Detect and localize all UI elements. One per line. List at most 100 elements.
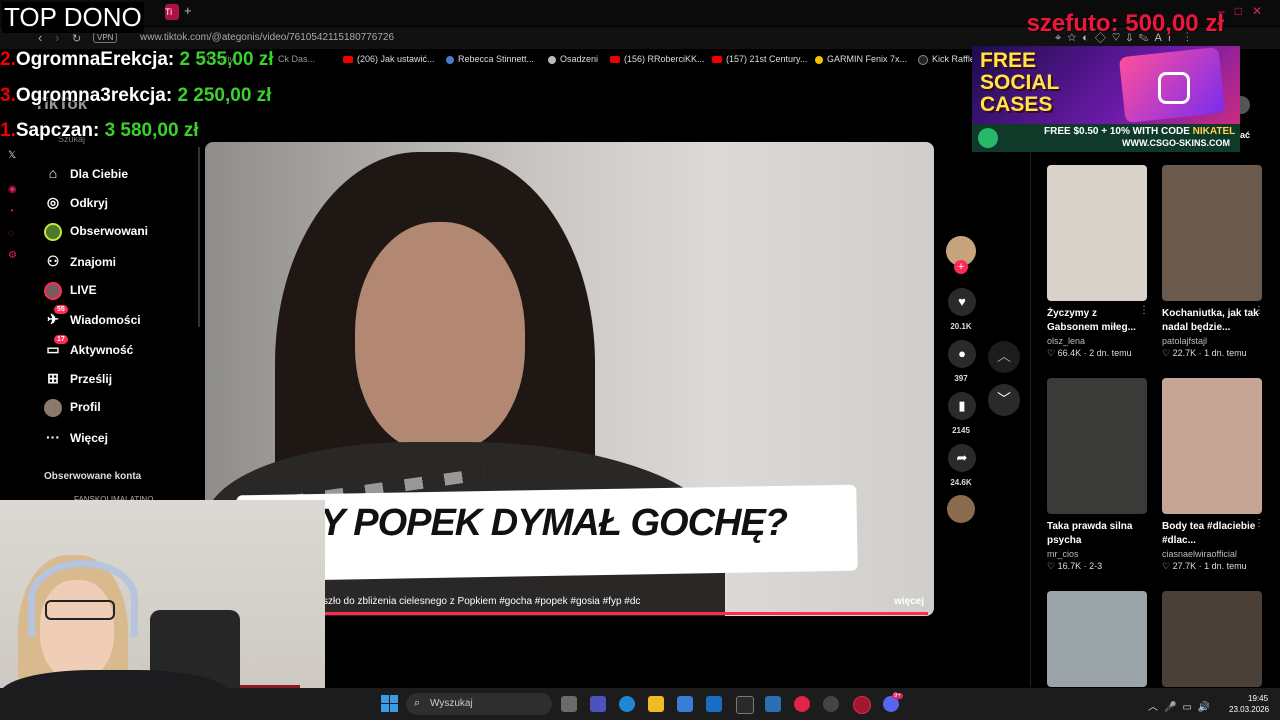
- recommended-card[interactable]: Taka prawda silna psycha mr_cios ♡ 16.7K…: [1047, 378, 1157, 572]
- card-menu-icon[interactable]: ⋮: [1254, 518, 1264, 529]
- compass-icon: ◎: [46, 194, 60, 210]
- task-view-icon[interactable]: [561, 696, 577, 712]
- start-button[interactable]: [381, 695, 398, 712]
- bookmark-partial[interactable]: Ck Das...: [278, 54, 315, 64]
- recommended-thumbnail[interactable]: [1162, 378, 1262, 514]
- bookmark-item[interactable]: GARMIN Fenix 7x...: [815, 54, 907, 64]
- recommended-author[interactable]: patolajfstajl: [1162, 336, 1272, 346]
- nav-przeslij[interactable]: ⊞ Prześlij: [44, 370, 112, 392]
- clock-icon[interactable]: ◔: [8, 206, 14, 217]
- like-count: 20.1K: [950, 322, 972, 331]
- nav-profil[interactable]: Profil: [44, 399, 101, 421]
- recommended-card[interactable]: Kochaniutka, jak tak nadal będzie... ⋮ p…: [1162, 165, 1272, 359]
- recommended-thumbnail[interactable]: [1047, 378, 1147, 514]
- app-icon[interactable]: [823, 696, 839, 712]
- donor-entry: 2.OgromnaErekcja: 2 535,00 zł: [0, 49, 274, 70]
- bookmark-item[interactable]: (156) RRoberciKK...: [610, 54, 705, 64]
- nav-dla-ciebie[interactable]: ⌂ Dla Ciebie: [44, 165, 128, 187]
- recommended-author[interactable]: mr_cios: [1047, 549, 1157, 559]
- mail-icon[interactable]: [706, 696, 722, 712]
- x-icon[interactable]: 𝕏: [8, 150, 16, 161]
- recommended-stats: ♡ 27.7K · 1 dn. temu: [1162, 561, 1247, 571]
- heart-icon: ♥: [958, 294, 966, 309]
- nav-znajomi[interactable]: ⚇ Znajomi: [44, 253, 116, 275]
- nav-live[interactable]: LIVE: [44, 282, 97, 304]
- window-controls[interactable]: –□✕: [1218, 4, 1272, 18]
- taskbar-search-placeholder[interactable]: Wyszukaj: [430, 698, 473, 709]
- opera-icon[interactable]: [794, 696, 810, 712]
- recommended-thumbnail[interactable]: [1162, 591, 1262, 687]
- recommended-stats: ♡ 22.7K · 1 dn. temu: [1162, 348, 1247, 358]
- recommended-stats: ♡ 66.4K · 2 dn. temu: [1047, 348, 1132, 358]
- card-menu-icon[interactable]: ⋮: [1139, 305, 1149, 316]
- url-field[interactable]: www.tiktok.com/@ategonis/video/761054211…: [140, 32, 394, 43]
- bookmark-item[interactable]: (206) Jak ustawić...: [343, 54, 435, 64]
- video-progress-bar[interactable]: [315, 612, 928, 615]
- file-explorer-icon[interactable]: [648, 696, 664, 712]
- recommended-title[interactable]: Taka prawda silna psycha: [1047, 520, 1147, 548]
- nav-wiecej[interactable]: ··· Więcej: [44, 429, 108, 451]
- recommended-title[interactable]: Kochaniutka, jak tak nadal będzie...: [1162, 307, 1262, 335]
- live-avatar: [44, 282, 62, 300]
- recommended-title[interactable]: Body tea #dlaciebie #dlac...: [1162, 520, 1262, 548]
- store-icon[interactable]: [677, 696, 693, 712]
- chat-icon[interactable]: ◌: [8, 228, 14, 239]
- notification-badge: 9+: [892, 693, 903, 699]
- recommended-title[interactable]: Życzymy z Gabsonem miłeg...: [1047, 307, 1147, 335]
- recommended-card[interactable]: [1162, 591, 1272, 687]
- edge-icon[interactable]: [619, 696, 635, 712]
- bookmark-item[interactable]: Osadzeni: [548, 54, 598, 64]
- system-tray[interactable]: ︿🎤▭🔊: [1148, 698, 1216, 713]
- description-more-link[interactable]: więcej: [894, 596, 924, 607]
- follow-button[interactable]: +: [954, 260, 968, 274]
- nav-obserwowani[interactable]: Obserwowani: [44, 223, 148, 245]
- donor-entry: 3.Ogromna3rekcja: 2 250,00 zł: [0, 85, 272, 106]
- card-menu-icon[interactable]: ⋮: [1254, 305, 1264, 316]
- recommended-card[interactable]: [1047, 591, 1157, 687]
- taskbar-clock-time[interactable]: 19:45: [1248, 694, 1268, 703]
- bookmark-icon: ▮: [958, 398, 966, 413]
- recommended-thumbnail[interactable]: [1047, 591, 1147, 687]
- comment-button[interactable]: ●: [948, 340, 976, 368]
- heart-outline-icon: ♡: [1162, 561, 1173, 571]
- sidebar-scrollbar[interactable]: [198, 147, 200, 327]
- windows-logo-tile: [390, 704, 398, 712]
- share-button[interactable]: ➦: [948, 444, 976, 472]
- recommended-card[interactable]: Życzymy z Gabsonem miłeg... ⋮ olsz_lena …: [1047, 165, 1157, 359]
- nav-wiadomosci[interactable]: ✈ 55 Wiadomości: [44, 305, 141, 333]
- panel-header-text[interactable]: ać: [1240, 130, 1250, 140]
- reload-icon[interactable]: ↻: [72, 32, 81, 45]
- caption-overlay-text: Y POPEK DYMAŁ GOCHĘ?: [320, 502, 788, 544]
- taskbar-search[interactable]: [406, 693, 552, 715]
- bookmark-item[interactable]: (157) 21st Century...: [712, 54, 807, 64]
- new-tab-button[interactable]: +: [184, 3, 192, 18]
- bookmark-item[interactable]: Kick Raffle: [918, 54, 975, 65]
- scroll-down-button[interactable]: ﹀: [988, 384, 1020, 416]
- app-icon[interactable]: [736, 696, 754, 714]
- recommended-card[interactable]: Body tea #dlaciebie #dlac... ⋮ ciasnaelw…: [1162, 378, 1272, 572]
- recommended-thumbnail[interactable]: [1162, 165, 1262, 301]
- music-disc-avatar[interactable]: [947, 495, 975, 523]
- sidebar-app-icon[interactable]: ◉: [8, 184, 17, 195]
- taskbar-clock-date[interactable]: 23.03.2026: [1229, 705, 1269, 714]
- sponsor-banner: FREE SOCIAL CASES FREE $0.50 + 10% WITH CO…: [972, 46, 1240, 152]
- vpn-badge[interactable]: VPN: [93, 32, 118, 43]
- profile-avatar: [44, 399, 62, 417]
- video-subject-face: [355, 222, 525, 452]
- settings-icon[interactable]: ⚙: [8, 250, 17, 261]
- upload-icon: ⊞: [47, 370, 59, 386]
- scroll-up-button[interactable]: ︿: [988, 341, 1020, 373]
- opera-gx-icon[interactable]: [853, 696, 871, 714]
- recommended-author[interactable]: ciasnaelwiraofficial: [1162, 549, 1272, 559]
- friends-icon: ⚇: [46, 253, 60, 269]
- like-button[interactable]: ♥: [948, 288, 976, 316]
- save-button[interactable]: ▮: [948, 392, 976, 420]
- browser-tab-active[interactable]: Ti: [165, 4, 179, 20]
- nav-aktywnosc[interactable]: ▭ 17 Aktywność: [44, 335, 133, 363]
- bookmark-item[interactable]: Rebecca Stinnett...: [446, 54, 534, 64]
- recommended-thumbnail[interactable]: [1047, 165, 1147, 301]
- app-icon[interactable]: [765, 696, 781, 712]
- recommended-author[interactable]: olsz_lena: [1047, 336, 1157, 346]
- teams-icon[interactable]: [590, 696, 606, 712]
- nav-odkryj[interactable]: ◎ Odkryj: [44, 194, 108, 216]
